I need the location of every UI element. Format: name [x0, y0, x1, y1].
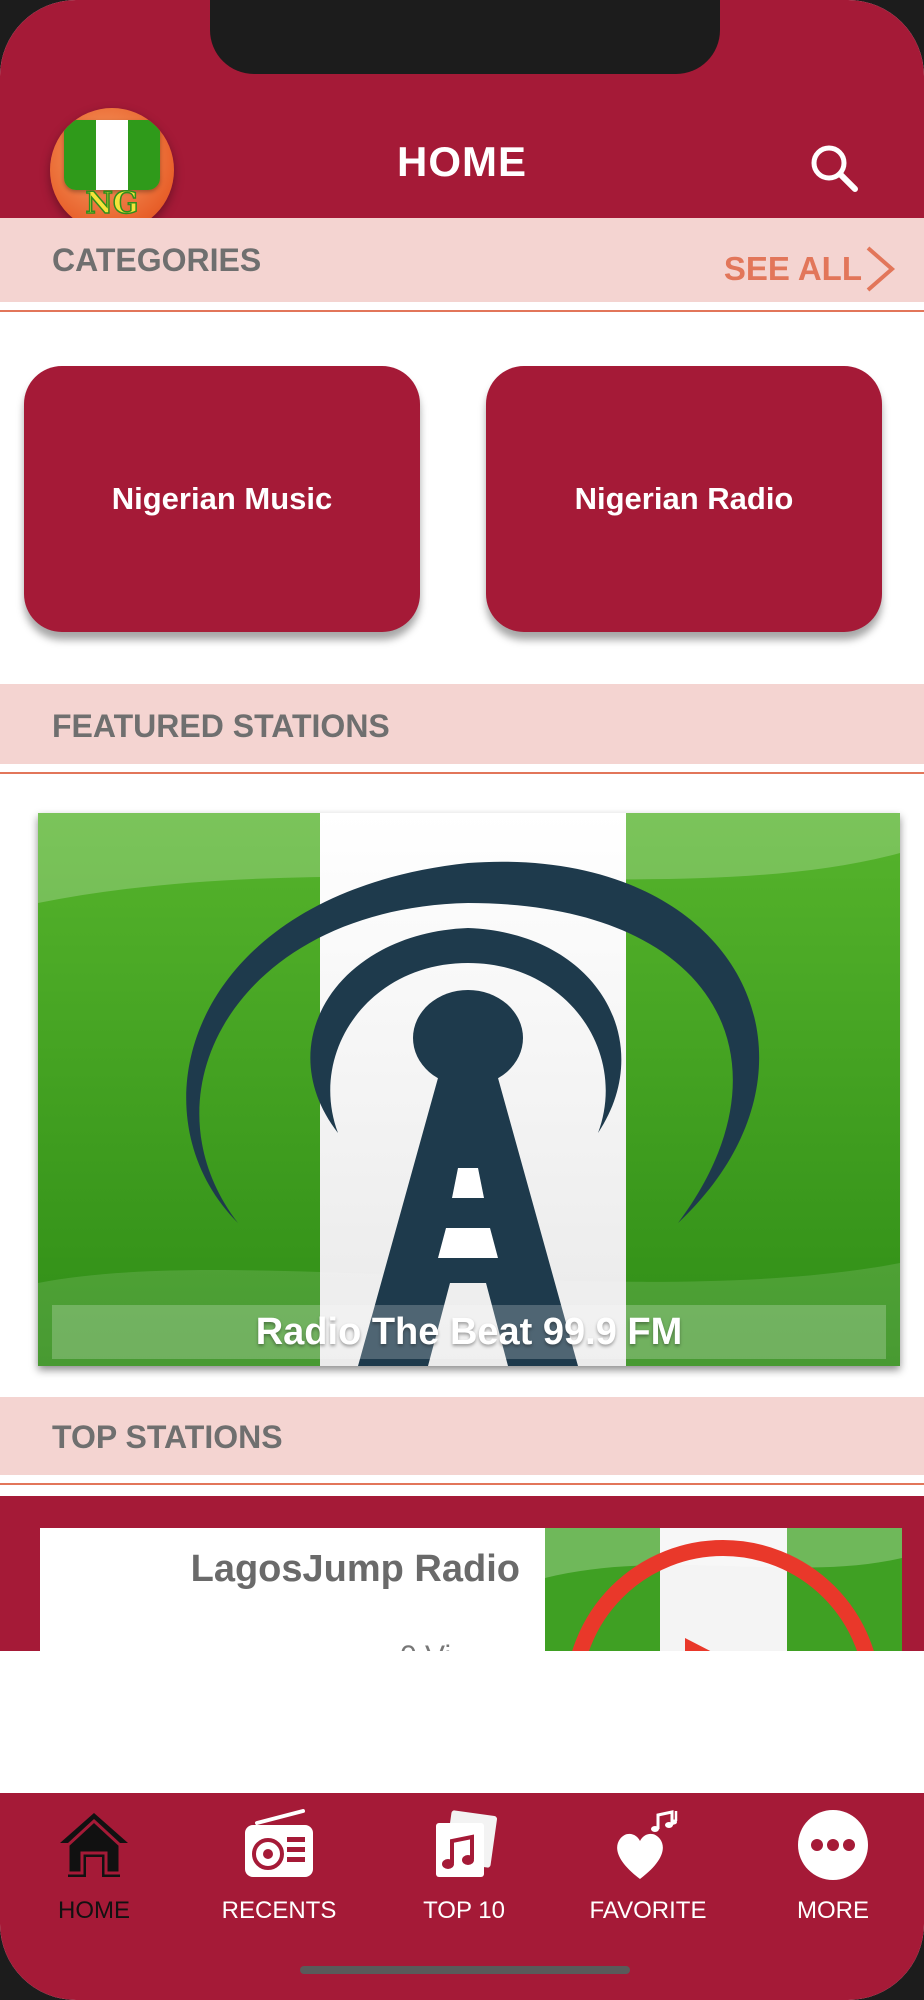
logo-text: NG: [85, 185, 140, 222]
featured-label: FEATURED STATIONS: [52, 708, 390, 744]
more-icon: [798, 1810, 868, 1880]
tab-label: TOP 10: [423, 1897, 505, 1924]
tab-label: RECENTS: [221, 1897, 337, 1924]
tab-recents[interactable]: RECENTS: [194, 1807, 364, 1957]
station-name: LagosJump Radio: [190, 1548, 520, 1590]
station-thumbnail: [545, 1528, 902, 1651]
category-label: Nigerian Radio: [574, 481, 794, 516]
top-stations-section-header: TOP STATIONS: [0, 1397, 924, 1485]
search-icon[interactable]: [806, 140, 862, 196]
tab-top-10[interactable]: TOP 10: [379, 1807, 549, 1957]
category-nigerian-radio[interactable]: Nigerian Radio: [486, 366, 882, 632]
app-header: NG HOME: [0, 0, 924, 232]
featured-section-header: FEATURED STATIONS: [0, 684, 924, 774]
home-icon: [60, 1813, 128, 1877]
tab-label: HOME: [58, 1897, 130, 1924]
music-note-icon: [436, 1810, 498, 1877]
featured-station-name: Radio The Beat 99.9 FM: [52, 1305, 886, 1359]
station-card[interactable]: LagosJump Radio 0 Vi: [40, 1528, 902, 1651]
category-label: Nigerian Music: [111, 481, 333, 516]
tab-more[interactable]: MORE: [748, 1807, 918, 1957]
station-views: 0 Vi: [400, 1640, 451, 1651]
home-indicator[interactable]: [300, 1966, 630, 1974]
category-nigerian-music[interactable]: Nigerian Music: [24, 366, 420, 632]
tab-label: MORE: [797, 1897, 869, 1924]
categories-section-header: CATEGORIES SEE ALL: [0, 218, 924, 312]
see-all-button[interactable]: SEE ALL: [724, 244, 898, 294]
section-divider: [0, 310, 924, 312]
top-stations-label: TOP STATIONS: [52, 1419, 283, 1455]
tab-home[interactable]: HOME: [9, 1807, 179, 1957]
tab-label: FAVORITE: [589, 1897, 707, 1924]
categories-label: CATEGORIES: [52, 242, 262, 278]
device-notch: [210, 0, 720, 74]
content-spacer: [0, 1651, 924, 1793]
page-title: HOME: [397, 138, 527, 185]
tab-favorite[interactable]: FAVORITE: [563, 1807, 733, 1957]
section-divider: [0, 772, 924, 774]
heart-icon: [617, 1810, 678, 1879]
play-logo-icon: [545, 1528, 902, 1651]
radio-tower-icon: [38, 813, 900, 1366]
featured-station-card[interactable]: Radio The Beat 99.9 FM: [38, 813, 900, 1366]
top-stations-list: LagosJump Radio 0 Vi: [0, 1496, 924, 1651]
section-divider: [0, 1483, 924, 1485]
see-all-label: SEE ALL: [723, 250, 862, 287]
chevron-right-icon: [866, 246, 896, 292]
app-screen: NG HOME CATEGORIES SEE ALL Nigerian Musi…: [0, 0, 924, 2000]
radio-icon: [245, 1809, 313, 1877]
